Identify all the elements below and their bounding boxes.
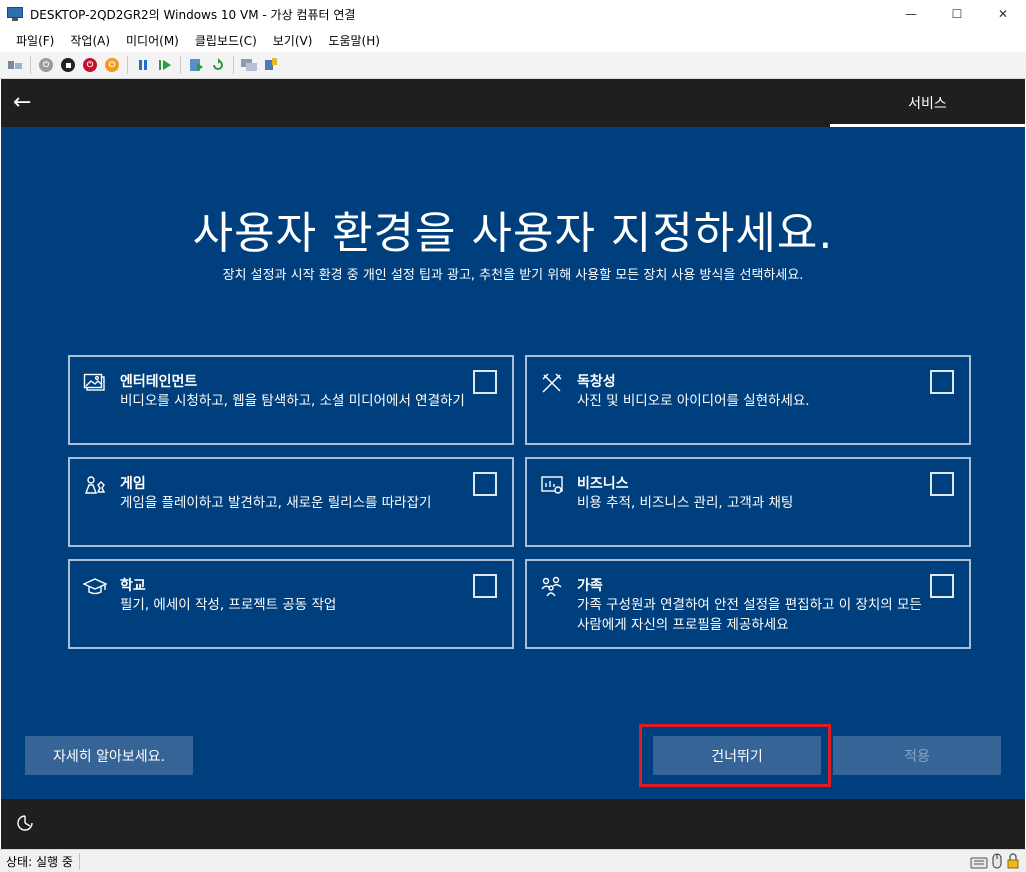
school-checkbox[interactable] <box>473 574 497 598</box>
card-creativity[interactable]: 독창성 사진 및 비디오로 아이디어를 실현하세요. <box>525 355 971 445</box>
vm-screen[interactable]: ← 서비스 사용자 환경을 사용자 지정하세요. 장치 설정과 시작 환경 중 … <box>1 79 1025 849</box>
lock-icon <box>1006 853 1020 872</box>
menu-help[interactable]: 도움말(H) <box>320 32 388 49</box>
tab-services: 서비스 <box>908 96 947 112</box>
card-title: 독창성 <box>577 374 616 390</box>
toolbar-separator <box>180 56 181 74</box>
vm-connection-icon <box>6 7 24 21</box>
pause-icon[interactable] <box>132 54 154 76</box>
card-description: 가족 구성원과 연결하여 안전 설정을 편집하고 이 장치의 모든 사람에게 자… <box>577 597 922 633</box>
maximize-button[interactable]: ☐ <box>934 0 980 28</box>
card-description: 비용 추적, 비즈니스 관리, 고객과 채팅 <box>577 495 794 511</box>
back-arrow-icon[interactable]: ← <box>13 89 37 117</box>
card-title: 엔터테인먼트 <box>120 374 198 390</box>
family-icon <box>540 575 564 599</box>
resume-icon[interactable] <box>154 54 176 76</box>
menu-bar: 파일(F) 작업(A) 미디어(M) 클립보드(C) 보기(V) 도움말(H) <box>0 28 1026 52</box>
oobe-header: ← 서비스 <box>1 79 1025 127</box>
window-controls: — ☐ ✕ <box>888 0 1026 28</box>
menu-file[interactable]: 파일(F) <box>8 32 62 49</box>
entertainment-icon <box>83 371 107 395</box>
card-family[interactable]: 가족 가족 구성원과 연결하여 안전 설정을 편집하고 이 장치의 모든 사람에… <box>525 559 971 649</box>
window-title: DESKTOP-2QD2GR2의 Windows 10 VM - 가상 컴퓨터 … <box>30 7 356 22</box>
business-checkbox[interactable] <box>930 472 954 496</box>
gaming-icon <box>83 473 107 497</box>
toolbar-separator <box>127 56 128 74</box>
family-checkbox[interactable] <box>930 574 954 598</box>
business-icon <box>540 473 564 497</box>
accessibility-icon[interactable] <box>15 813 35 833</box>
card-title: 학교 <box>120 578 146 594</box>
gaming-checkbox[interactable] <box>473 472 497 496</box>
highlight-box <box>639 724 831 787</box>
status-icons <box>970 853 1020 872</box>
card-business[interactable]: 비즈니스 비용 추적, 비즈니스 관리, 고객과 채팅 <box>525 457 971 547</box>
status-bar: 상태: 실행 중 <box>0 849 1026 872</box>
menu-media[interactable]: 미디어(M) <box>118 32 187 49</box>
status-text: 상태: 실행 중 <box>0 852 80 870</box>
revert-icon[interactable] <box>207 54 229 76</box>
menu-action[interactable]: 작업(A) <box>62 32 118 49</box>
shut-down-icon[interactable]: ⏻ <box>79 54 101 76</box>
card-school[interactable]: 학교 필기, 에세이 작성, 프로젝트 공동 작업 <box>68 559 514 649</box>
school-icon <box>82 575 108 599</box>
learn-more-button[interactable]: 자세히 알아보세요. <box>25 736 193 775</box>
creativity-icon <box>540 371 564 395</box>
card-title: 가족 <box>577 578 603 594</box>
checkpoint-icon[interactable] <box>185 54 207 76</box>
card-description: 비디오를 시청하고, 웹을 탐색하고, 소셜 미디어에서 연결하기 <box>120 393 465 409</box>
apply-button[interactable]: 적용 <box>833 736 1001 775</box>
tab-underline <box>830 124 1025 127</box>
card-title: 게임 <box>120 476 146 492</box>
card-gaming[interactable]: 게임 게임을 플레이하고 발견하고, 새로운 릴리스를 따라잡기 <box>68 457 514 547</box>
page-subtitle: 장치 설정과 시작 환경 중 개인 설정 팁과 광고, 추천을 받기 위해 사용… <box>222 268 804 283</box>
close-button[interactable]: ✕ <box>980 0 1026 28</box>
vm-toolbar: ⏻ ⏻ ⏻ <box>0 52 1026 79</box>
card-title: 비즈니스 <box>577 476 629 492</box>
entertainment-checkbox[interactable] <box>473 370 497 394</box>
share-icon[interactable] <box>260 54 282 76</box>
start-icon[interactable]: ⏻ <box>35 54 57 76</box>
turn-off-icon[interactable] <box>57 54 79 76</box>
menu-view[interactable]: 보기(V) <box>265 32 321 49</box>
window-titlebar: DESKTOP-2QD2GR2의 Windows 10 VM - 가상 컴퓨터 … <box>0 0 1026 28</box>
card-description: 필기, 에세이 작성, 프로젝트 공동 작업 <box>120 597 337 613</box>
enhanced-session-icon[interactable] <box>238 54 260 76</box>
toolbar-separator <box>233 56 234 74</box>
oobe-footer <box>1 799 1025 849</box>
card-entertainment[interactable]: 엔터테인먼트 비디오를 시청하고, 웹을 탐색하고, 소셜 미디어에서 연결하기 <box>68 355 514 445</box>
card-description: 사진 및 비디오로 아이디어를 실현하세요. <box>577 393 810 409</box>
menu-clipboard[interactable]: 클립보드(C) <box>187 32 265 49</box>
mouse-icon <box>992 853 1002 872</box>
save-icon[interactable]: ⏻ <box>101 54 123 76</box>
creativity-checkbox[interactable] <box>930 370 954 394</box>
card-description: 게임을 플레이하고 발견하고, 새로운 릴리스를 따라잡기 <box>120 495 432 511</box>
page-title: 사용자 환경을 사용자 지정하세요. <box>192 208 834 259</box>
keyboard-icon <box>970 854 988 872</box>
minimize-button[interactable]: — <box>888 0 934 28</box>
toolbar-separator <box>30 56 31 74</box>
ctrl-alt-del-icon[interactable] <box>4 54 26 76</box>
